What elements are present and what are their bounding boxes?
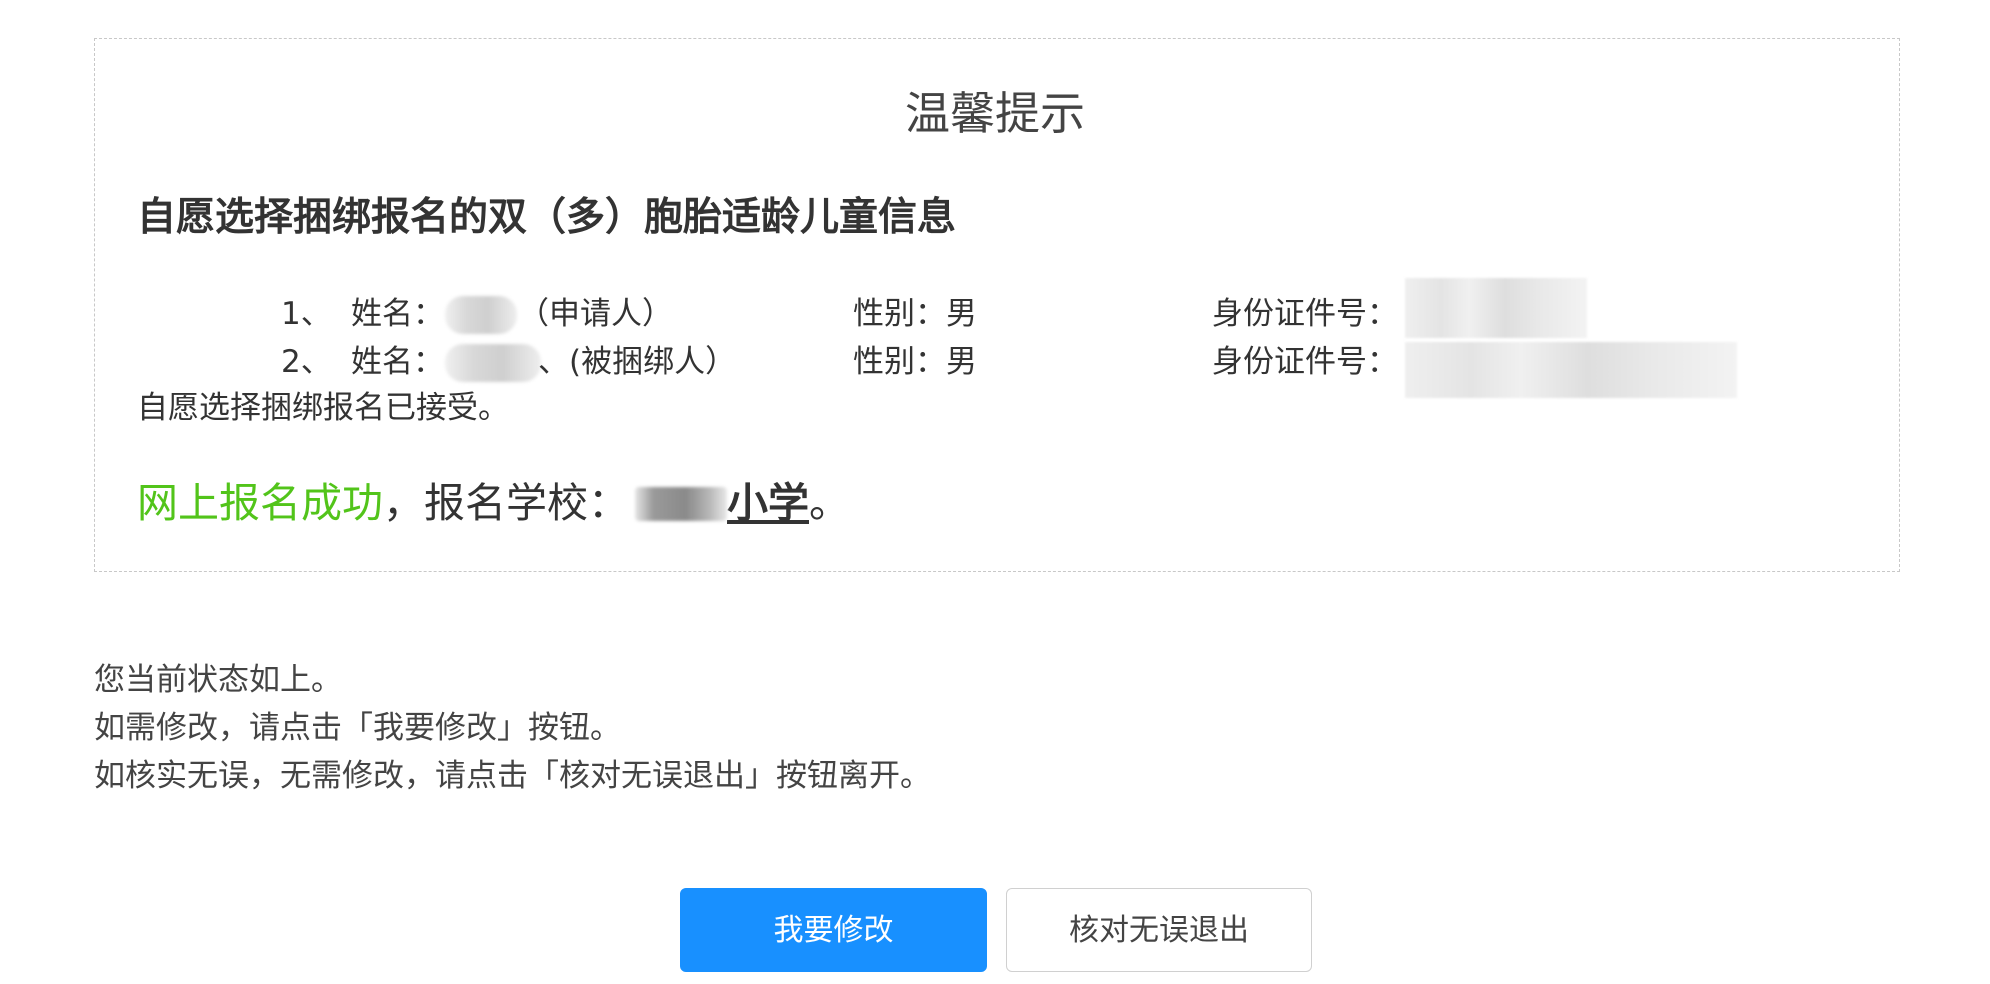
- sentence-end: 。: [809, 479, 850, 527]
- registration-success-line: 网上报名成功，报名学校： 小学。: [137, 475, 850, 531]
- child-index: 2、: [281, 344, 332, 380]
- redacted-id-number: [1405, 278, 1587, 338]
- redacted-name: [445, 296, 517, 334]
- school-name-suffix: 小学: [727, 479, 809, 527]
- status-line: 如需修改，请点击「我要修改」按钮。: [94, 710, 621, 746]
- status-line: 如核实无误，无需修改，请点击「核对无误退出」按钮离开。: [94, 758, 931, 794]
- child-gender: 性别：男: [853, 344, 977, 380]
- status-instructions: 您当前状态如上。 如需修改，请点击「我要修改」按钮。 如核实无误，无需修改，请点…: [94, 656, 931, 800]
- child-name-label: 姓名：: [351, 344, 444, 380]
- redacted-id-number: [1405, 342, 1737, 398]
- child-gender: 性别：男: [853, 296, 977, 332]
- success-text: 网上报名成功: [137, 479, 383, 527]
- confirm-exit-button[interactable]: 核对无误退出: [1006, 888, 1312, 972]
- child-name-label: 姓名：: [351, 296, 444, 332]
- school-label: ，报名学校：: [383, 479, 629, 527]
- child-index: 1、: [281, 296, 332, 332]
- redacted-school-name: [635, 487, 727, 521]
- twins-info-heading: 自愿选择捆绑报名的双（多）胞胎适龄儿童信息: [137, 195, 957, 240]
- child-role: （申请人）: [518, 296, 673, 332]
- redacted-name: [445, 344, 541, 382]
- modify-button[interactable]: 我要修改: [680, 888, 987, 972]
- status-line: 您当前状态如上。: [94, 662, 342, 698]
- child-id-label: 身份证件号：: [1212, 344, 1398, 380]
- notice-title: 温馨提示: [904, 87, 1085, 140]
- child-id-label: 身份证件号：: [1212, 296, 1398, 332]
- bundle-accepted-text: 自愿选择捆绑报名已接受。: [137, 390, 509, 426]
- child-role: 、(被捆绑人）: [538, 344, 737, 380]
